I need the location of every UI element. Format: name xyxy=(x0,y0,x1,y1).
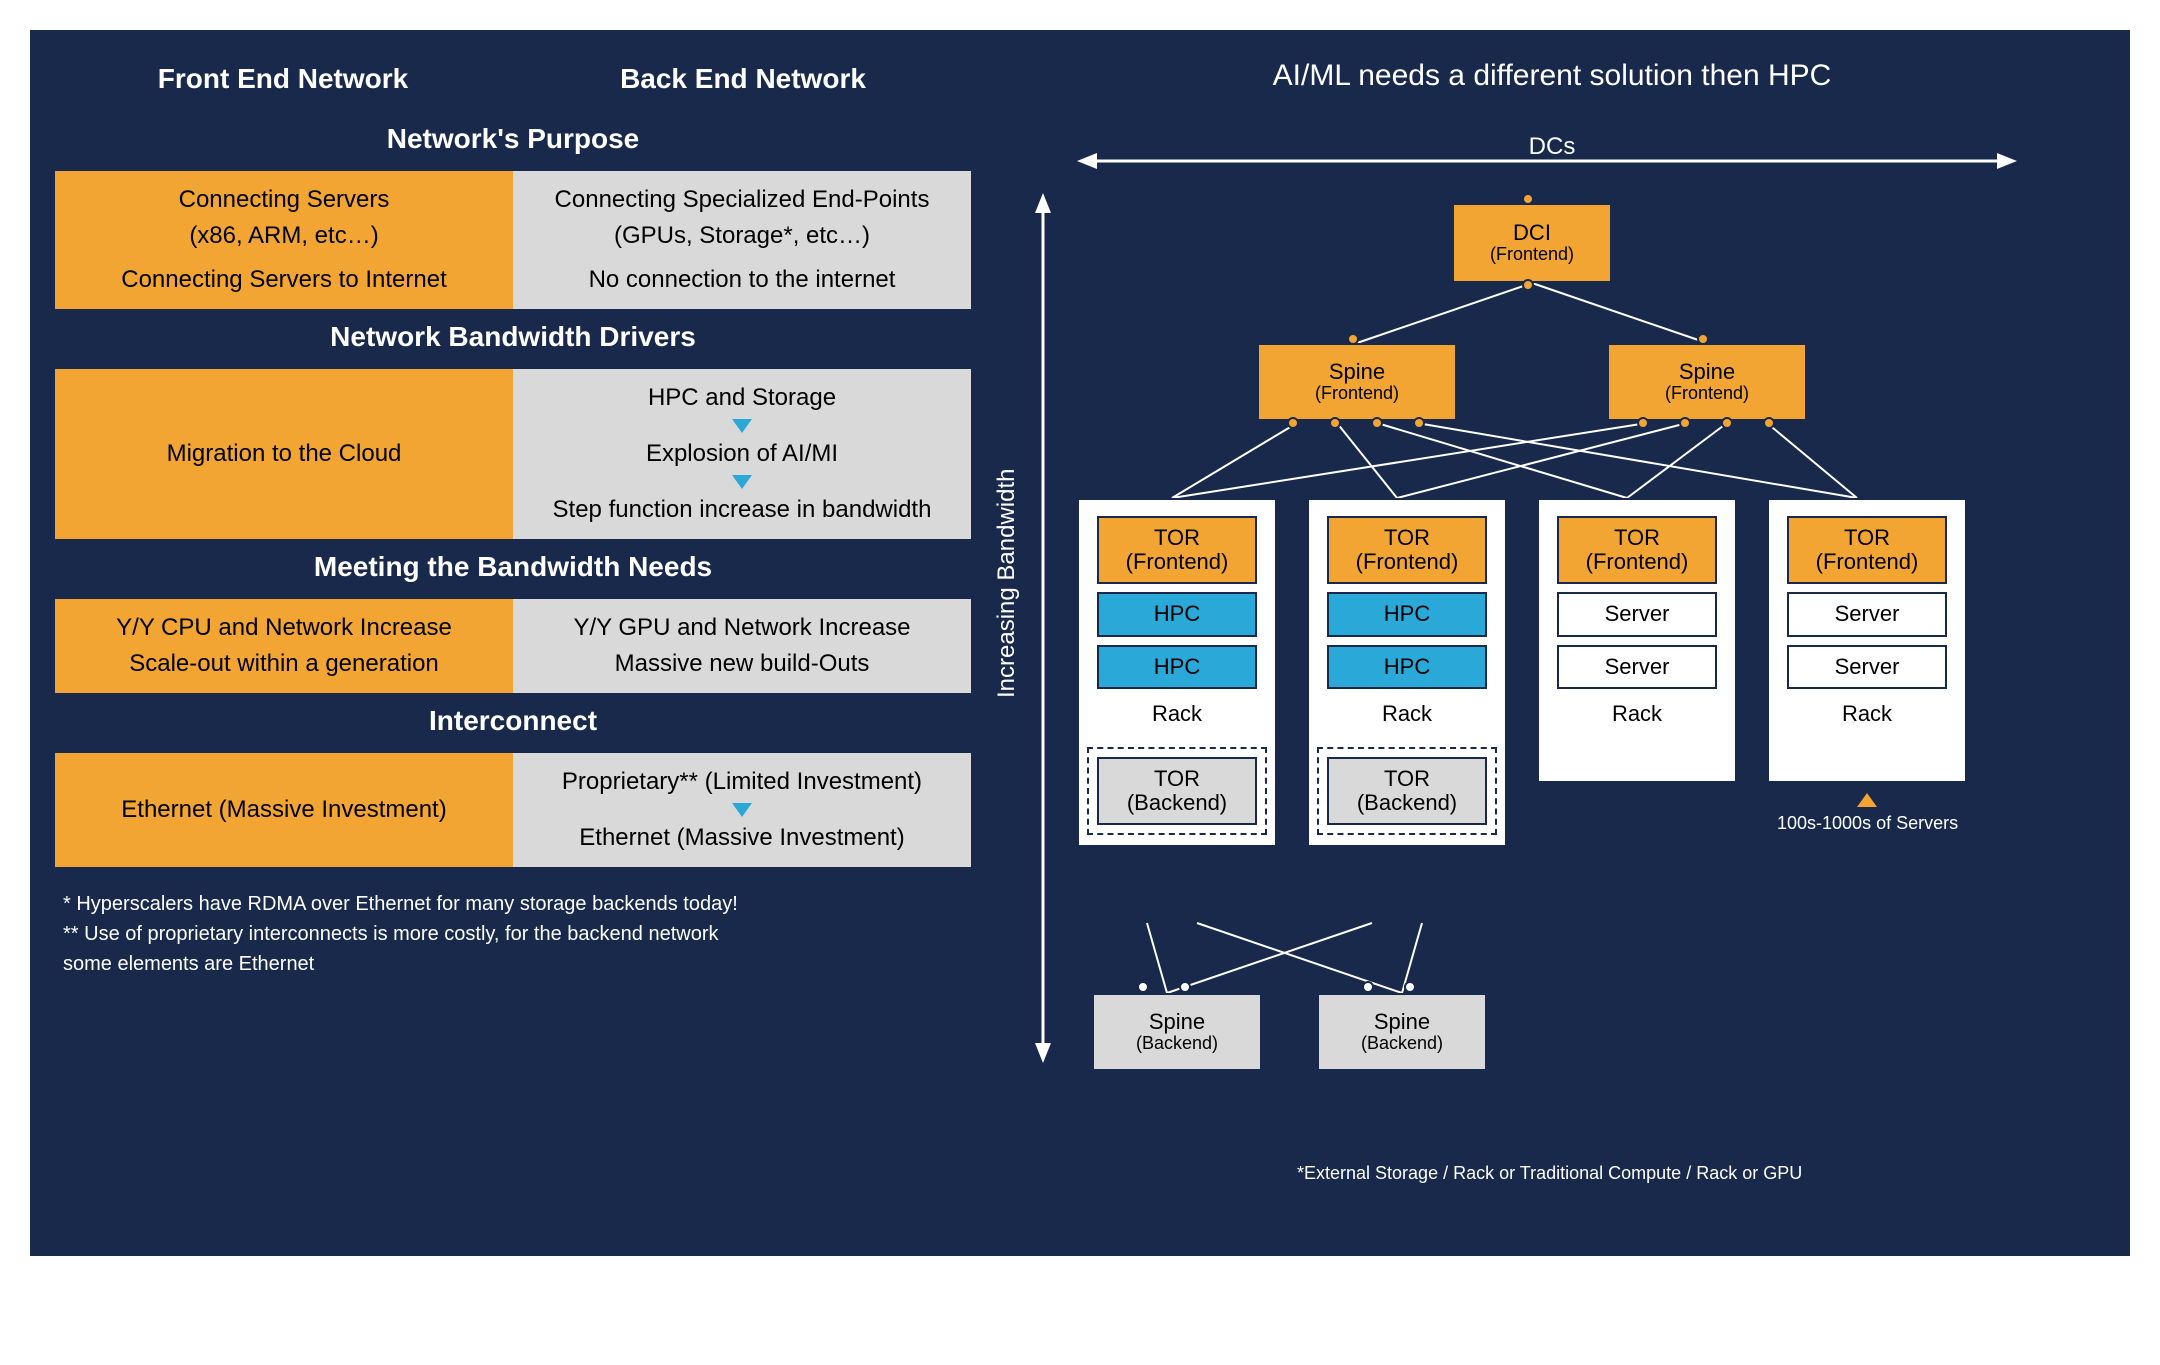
topology-footnote: *External Storage / Rack or Traditional … xyxy=(1297,1163,2087,1184)
node-spine-be: Spine (Backend) xyxy=(1317,993,1487,1071)
flow-arrow-icon xyxy=(732,475,752,489)
section4-title: Interconnect xyxy=(53,695,973,751)
s3-front: Y/Y CPU and Network Increase Scale-out w… xyxy=(55,599,513,693)
s3-back: Y/Y GPU and Network Increase Massive new… xyxy=(513,599,971,693)
node-spine-be: Spine (Backend) xyxy=(1092,993,1262,1071)
node-spine-fe: Spine (Frontend) xyxy=(1607,343,1807,421)
s4-back: Proprietary** (Limited Investment) Ether… xyxy=(513,753,971,867)
axis-y-label: Increasing Bandwidth xyxy=(989,193,1025,973)
node-hpc: HPC xyxy=(1097,645,1257,689)
node-server: Server xyxy=(1557,592,1717,636)
rack-hpc: TOR (Frontend) HPC HPC Rack TOR (Backend… xyxy=(1077,498,1277,847)
flow-arrow-icon xyxy=(732,419,752,433)
port-dot-icon xyxy=(1522,279,1534,291)
col-header-backend: Back End Network xyxy=(513,53,973,113)
topology-diagram: AI/ML needs a different solution then HP… xyxy=(997,53,2107,1233)
node-tor-be: TOR (Backend) xyxy=(1327,757,1487,825)
port-dot-icon xyxy=(1413,417,1425,429)
node-server: Server xyxy=(1787,645,1947,689)
port-dot-icon xyxy=(1137,981,1149,993)
callout-arrow-icon xyxy=(1857,793,1877,807)
port-dot-icon xyxy=(1522,193,1534,205)
backend-slot: TOR (Backend) xyxy=(1087,747,1267,835)
rack-hpc: TOR (Frontend) HPC HPC Rack TOR (Backend… xyxy=(1307,498,1507,847)
s1-back: Connecting Specialized End-Points (GPUs,… xyxy=(513,171,971,309)
rack-label: Rack xyxy=(1152,697,1202,733)
footnotes: * Hyperscalers have RDMA over Ethernet f… xyxy=(53,869,973,983)
rack-server: TOR (Frontend) Server Server Rack xyxy=(1767,498,1967,783)
flow-arrow-icon xyxy=(732,803,752,817)
callout-label: 100s-1000s of Servers xyxy=(1777,813,1958,834)
node-hpc: HPC xyxy=(1327,592,1487,636)
node-tor-be: TOR (Backend) xyxy=(1097,757,1257,825)
rack-label: Rack xyxy=(1842,697,1892,733)
axis-x-label: DCs xyxy=(997,133,2107,161)
port-dot-icon xyxy=(1371,417,1383,429)
port-dot-icon xyxy=(1179,981,1191,993)
node-spine-fe: Spine (Frontend) xyxy=(1257,343,1457,421)
s4-front: Ethernet (Massive Investment) xyxy=(55,753,513,867)
rack-label: Rack xyxy=(1612,697,1662,733)
s2-back: HPC and Storage Explosion of AI/MI Step … xyxy=(513,369,971,539)
section2-title: Network Bandwidth Drivers xyxy=(53,311,973,367)
node-tor-fe: TOR (Frontend) xyxy=(1097,516,1257,584)
port-dot-icon xyxy=(1697,333,1709,345)
port-dot-icon xyxy=(1637,417,1649,429)
topology-headline: AI/ML needs a different solution then HP… xyxy=(997,53,2107,109)
port-dot-icon xyxy=(1287,417,1299,429)
backend-slot: TOR (Backend) xyxy=(1317,747,1497,835)
s1-front: Connecting Servers (x86, ARM, etc…) Conn… xyxy=(55,171,513,309)
port-dot-icon xyxy=(1329,417,1341,429)
node-server: Server xyxy=(1557,645,1717,689)
section3-title: Meeting the Bandwidth Needs xyxy=(53,541,973,597)
comparison-table: Front End Network Back End Network Netwo… xyxy=(53,53,973,1233)
node-hpc: HPC xyxy=(1097,592,1257,636)
node-tor-fe: TOR (Frontend) xyxy=(1327,516,1487,584)
port-dot-icon xyxy=(1404,981,1416,993)
port-dot-icon xyxy=(1347,333,1359,345)
node-tor-fe: TOR (Frontend) xyxy=(1557,516,1717,584)
port-dot-icon xyxy=(1763,417,1775,429)
diagram-root: Front End Network Back End Network Netwo… xyxy=(30,30,2130,1256)
node-hpc: HPC xyxy=(1327,645,1487,689)
col-header-frontend: Front End Network xyxy=(53,53,513,113)
port-dot-icon xyxy=(1721,417,1733,429)
s2-front: Migration to the Cloud xyxy=(55,369,513,539)
port-dot-icon xyxy=(1362,981,1374,993)
node-server: Server xyxy=(1787,592,1947,636)
rack-server: TOR (Frontend) Server Server Rack xyxy=(1537,498,1737,783)
node-tor-fe: TOR (Frontend) xyxy=(1787,516,1947,584)
port-dot-icon xyxy=(1679,417,1691,429)
node-dci: DCI (Frontend) xyxy=(1452,203,1612,283)
rack-label: Rack xyxy=(1382,697,1432,733)
section1-title: Network's Purpose xyxy=(53,113,973,169)
